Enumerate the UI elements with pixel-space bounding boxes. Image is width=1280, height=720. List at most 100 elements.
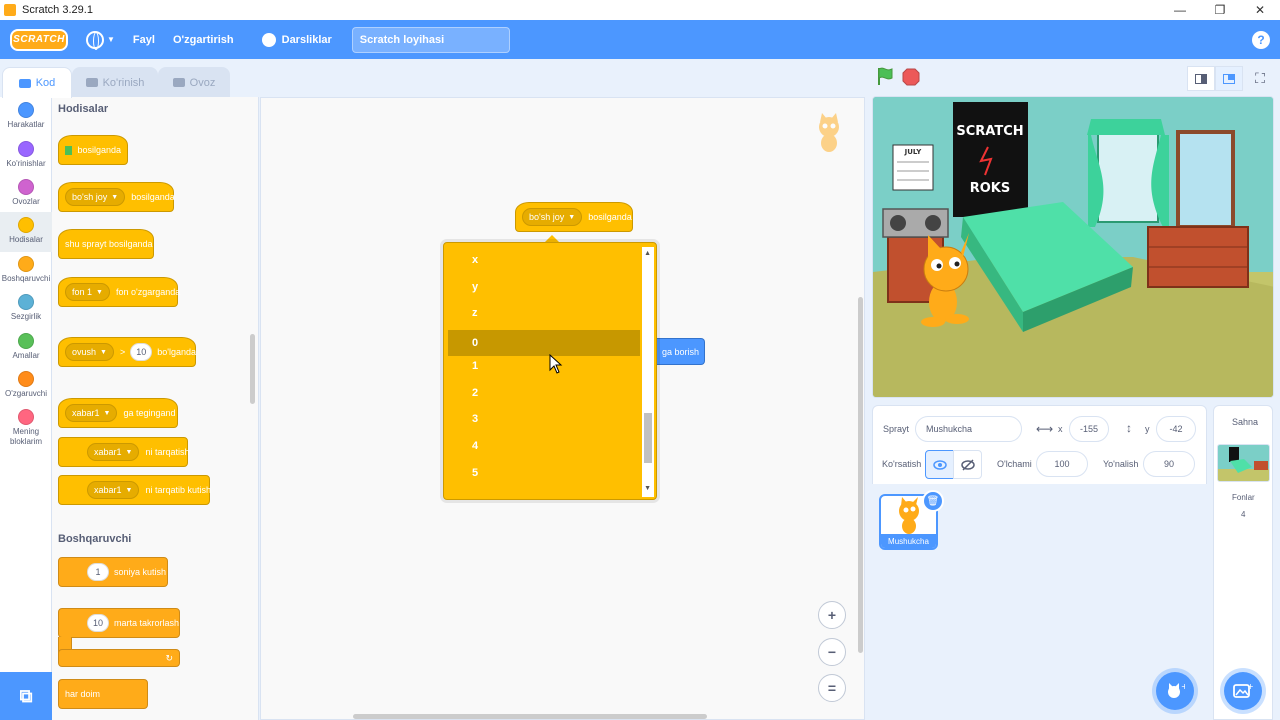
repeat-input[interactable]: 10 <box>87 614 109 632</box>
workspace-horizontal-scrollbar[interactable] <box>353 714 707 719</box>
when-loudness-block[interactable]: ovush ▼ > 10 bo'lganda <box>58 337 196 367</box>
sprite-name-input[interactable]: Mushukcha <box>915 416 1022 442</box>
small-stage-button[interactable] <box>1187 66 1215 91</box>
choose-backdrop-button[interactable]: + <box>1224 672 1262 710</box>
broadcast-block[interactable]: xabar1 ▼ ni tarqatish <box>58 437 190 467</box>
tab-costumes-label: Ko'rinish <box>102 76 145 89</box>
green-flag-button[interactable] <box>876 66 894 86</box>
minimize-button[interactable]: — <box>1160 0 1200 20</box>
hide-sprite-button[interactable] <box>953 450 982 479</box>
loudness-dropdown[interactable]: ovush ▼ <box>65 343 114 361</box>
message-dropdown[interactable]: xabar1 ▼ <box>87 481 140 499</box>
caret-down-icon: ▼ <box>125 448 133 456</box>
dropdown-option[interactable]: 3 <box>448 406 640 432</box>
section-title-control: Boshqaruvchi <box>58 533 132 545</box>
scroll-down-arrow-icon[interactable]: ▼ <box>644 485 651 492</box>
when-key-pressed-block[interactable]: bo'sh joy ▼ bosilganda <box>58 182 175 212</box>
project-title-input[interactable]: Scratch loyihasi <box>351 26 510 53</box>
svg-text:+: + <box>1181 682 1185 691</box>
sprite-name-label: Sprayt <box>883 424 910 434</box>
dropdown-option[interactable]: 2 <box>448 380 640 406</box>
tab-costumes[interactable]: Ko'rinish <box>72 67 158 97</box>
language-menu[interactable]: ▼ <box>86 30 115 50</box>
zoom-in-button[interactable]: + <box>818 601 846 629</box>
workspace-key-pressed-block[interactable]: bo'sh joy ▼ bosilganda <box>515 202 633 232</box>
tab-sounds[interactable]: Ovoz <box>158 67 230 97</box>
tutorials-menu[interactable]: Darsliklar <box>261 32 332 47</box>
choose-sprite-button[interactable]: + <box>1156 672 1194 710</box>
when-flag-clicked-block[interactable]: bosilganda <box>58 135 128 165</box>
normal-stage-icon <box>1223 73 1235 84</box>
category-events[interactable]: Hodisalar <box>0 212 52 252</box>
loop-arrow-icon: ↻ <box>165 652 173 663</box>
zoom-out-icon: − <box>827 644 837 660</box>
close-button[interactable]: ✕ <box>1240 0 1280 20</box>
wait-block[interactable]: 1 soniya kutish <box>58 557 168 587</box>
workspace-goto-block[interactable]: ga borish <box>657 338 705 365</box>
loudness-input[interactable]: 10 <box>130 343 153 361</box>
category-my-blocks[interactable]: Mening bloklarim <box>0 409 52 447</box>
edit-menu[interactable]: O'zgartirish <box>173 34 234 46</box>
zoom-out-button[interactable]: − <box>818 638 846 666</box>
delete-sprite-button[interactable]: 🗑 <box>922 490 944 512</box>
dropdown-option[interactable]: 5 <box>448 460 640 486</box>
block-text: soniya kutish <box>114 567 167 577</box>
when-i-receive-block[interactable]: xabar1 ▼ ga tegingand <box>58 398 178 428</box>
backdrop-dropdown[interactable]: fon 1 ▼ <box>65 283 110 301</box>
when-backdrop-switches-block[interactable]: fon 1 ▼ fon o'zgarganda <box>58 277 180 307</box>
normal-stage-button[interactable] <box>1215 66 1243 91</box>
caret-down-icon: ▼ <box>96 288 103 296</box>
category-motion[interactable]: Harakatlar <box>0 102 52 129</box>
maximize-button[interactable]: ❐ <box>1200 0 1240 20</box>
wait-input[interactable]: 1 <box>87 563 109 581</box>
dropdown-option[interactable]: 4 <box>448 433 640 459</box>
file-menu[interactable]: Fayl <box>133 34 155 46</box>
category-looks[interactable]: Ko'rinishlar <box>0 141 52 168</box>
window-title: Scratch 3.29.1 <box>22 4 93 16</box>
dropdown-option[interactable]: x <box>448 247 640 273</box>
scroll-up-arrow-icon[interactable]: ▲ <box>644 250 651 257</box>
message-dropdown[interactable]: xabar1 ▼ <box>87 443 140 461</box>
workspace-vertical-scrollbar[interactable] <box>858 297 863 653</box>
dropdown-option[interactable]: z <box>448 300 640 326</box>
show-label: Ko'rsatish <box>882 459 922 469</box>
y-input[interactable]: -42 <box>1156 416 1196 442</box>
dropdown-option[interactable]: y <box>448 274 640 300</box>
category-operators[interactable]: Amallar <box>0 333 52 360</box>
category-control[interactable]: Boshqaruvchi <box>0 256 52 283</box>
help-icon[interactable]: ? <box>1252 30 1270 49</box>
broadcast-and-wait-block[interactable]: xabar1 ▼ ni tarqatib kutish <box>58 475 211 505</box>
x-input[interactable]: -155 <box>1069 416 1109 442</box>
category-label: Boshqaruvchi <box>1 274 51 283</box>
stage-canvas[interactable]: SCRATCH ROKS JULY <box>872 96 1274 398</box>
show-sprite-button[interactable] <box>925 450 954 479</box>
dropdown-scroll-thumb[interactable] <box>644 413 652 463</box>
tab-code[interactable]: Kod <box>2 67 72 98</box>
key-dropdown[interactable]: bo'sh joy ▼ <box>65 188 126 206</box>
forever-block[interactable]: har doim <box>58 679 148 709</box>
add-extension-button[interactable]: ⧉ <box>0 672 52 720</box>
sprite-cat-icon <box>819 113 839 152</box>
tab-sounds-label: Ovoz <box>189 76 216 89</box>
fullscreen-button[interactable]: ⛶ <box>1246 66 1274 91</box>
category-variables[interactable]: O'zgaruvchi <box>0 371 52 398</box>
category-sound[interactable]: Ovozlar <box>0 179 52 206</box>
category-label: Harakatlar <box>7 120 45 129</box>
workspace-key-dropdown[interactable]: bo'sh joy ▼ <box>522 208 583 226</box>
scratch-logo[interactable]: SCRATCH <box>10 28 68 51</box>
direction-input[interactable]: 90 <box>1143 451 1195 477</box>
palette-scrollbar[interactable] <box>250 334 255 404</box>
block-text: ni tarqatish <box>145 447 190 457</box>
when-sprite-clicked-block[interactable]: shu sprayt bosilganda <box>58 229 154 259</box>
cat-add-icon: + <box>1168 682 1185 698</box>
stop-button[interactable] <box>902 68 920 86</box>
zoom-reset-button[interactable]: = <box>818 674 846 702</box>
dropdown-option[interactable]: 1 <box>448 353 640 379</box>
workspace-hat-block[interactable]: bo'sh joy ▼ bosilganda <box>515 202 633 232</box>
stage-thumbnail[interactable] <box>1217 444 1270 482</box>
backdrops-label: Fonlar <box>1232 493 1255 502</box>
category-sensing[interactable]: Sezgirlik <box>0 294 52 321</box>
size-input[interactable]: 100 <box>1036 451 1088 477</box>
message-dropdown[interactable]: xabar1 ▼ <box>65 404 118 422</box>
repeat-block[interactable]: 10 marta takrorlash <box>58 608 180 638</box>
